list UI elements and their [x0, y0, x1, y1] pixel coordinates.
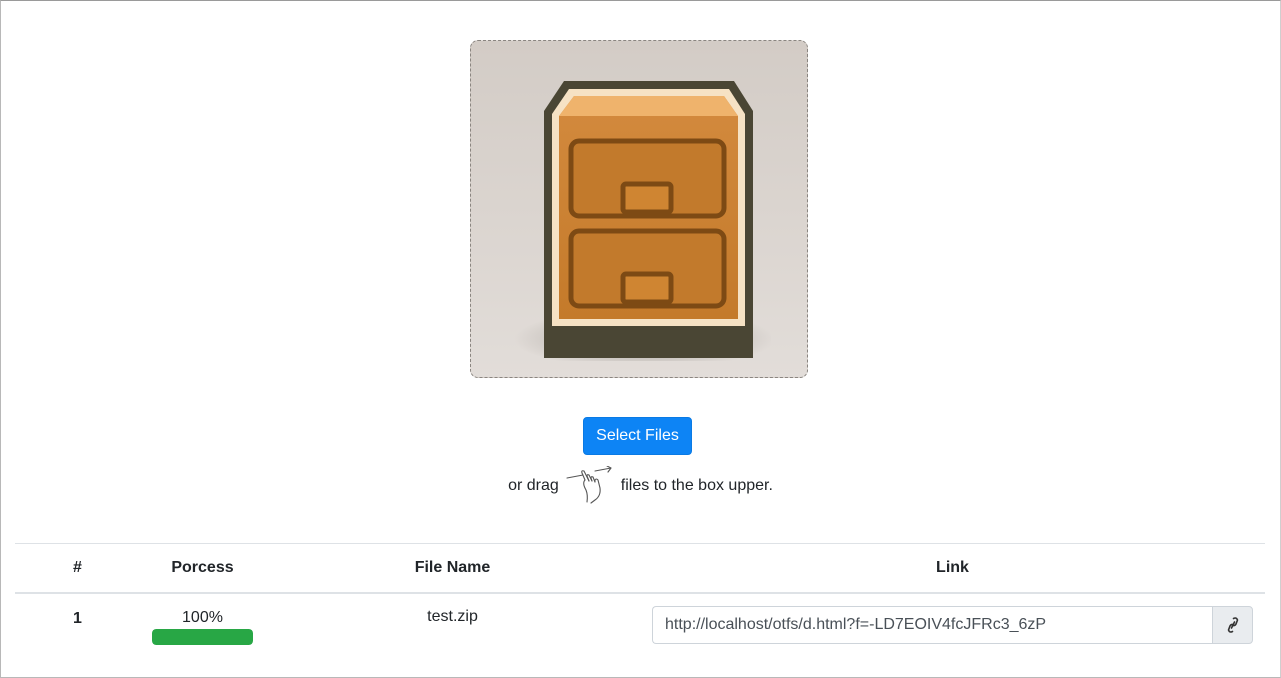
drag-hint-prefix: or drag	[508, 477, 559, 494]
header-process: Porcess	[140, 543, 265, 594]
progress-bar-fill	[152, 629, 253, 645]
progress-cell: 100%	[140, 593, 265, 668]
file-cabinet-icon	[514, 81, 771, 361]
file-name-cell: test.zip	[265, 593, 640, 668]
file-name: test.zip	[427, 608, 478, 625]
table-header-row: # Porcess File Name Link	[15, 543, 1265, 594]
row-num-cell: 1	[15, 593, 140, 668]
link-field[interactable]	[652, 606, 1212, 644]
header-file-name: File Name	[265, 543, 640, 594]
link-input-group	[652, 606, 1253, 644]
progress-text: 100%	[182, 609, 223, 626]
table-row: 1 100% test.zip	[15, 593, 1265, 668]
upload-table: # Porcess File Name Link 1 100% test.zip	[15, 543, 1265, 668]
drag-hand-icon	[566, 466, 612, 504]
drag-hint-suffix: files to the box upper.	[620, 477, 773, 494]
link-cell	[640, 593, 1265, 668]
progress-bar	[152, 629, 253, 645]
drag-hint: or drag files to the box upper.	[0, 466, 1281, 506]
header-link: Link	[640, 543, 1265, 594]
header-num: #	[15, 543, 140, 594]
link-icon	[1227, 617, 1238, 633]
file-dropzone[interactable]	[470, 40, 808, 378]
row-num: 1	[73, 610, 82, 627]
select-files-button[interactable]: Select Files	[583, 417, 692, 455]
copy-link-button[interactable]	[1212, 606, 1253, 644]
